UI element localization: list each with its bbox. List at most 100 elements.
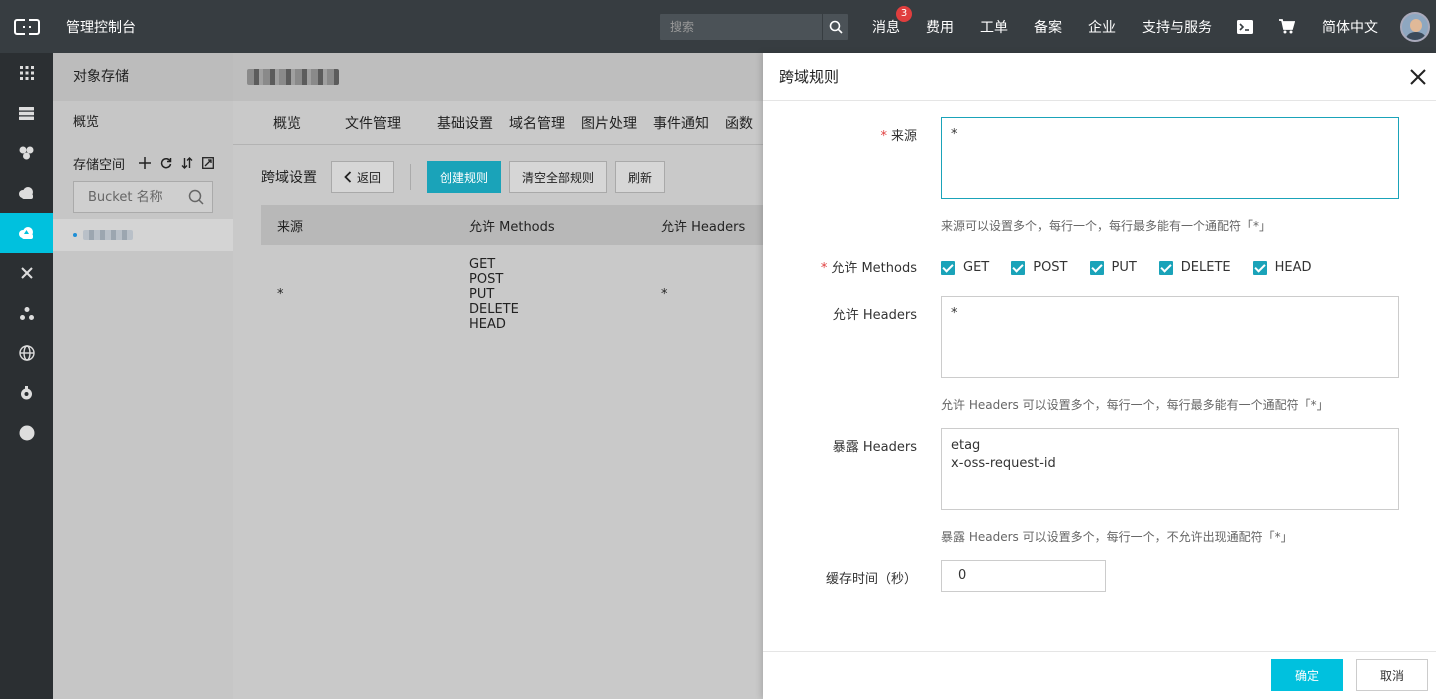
required-mark: * (820, 261, 828, 276)
row-method: GET (469, 257, 496, 272)
circle-icon[interactable] (0, 413, 53, 453)
col-origin: 来源 (277, 219, 304, 235)
language-switch[interactable]: 简体中文 (1322, 17, 1378, 37)
checkbox-checked-icon[interactable] (1011, 260, 1026, 275)
origin-label: * 来源 (880, 129, 917, 144)
nav-messages[interactable]: 消息 3 (872, 5, 912, 37)
bucket-item[interactable] (53, 219, 233, 251)
cross-network-icon[interactable] (0, 253, 53, 293)
toolbar-divider (410, 164, 412, 190)
server-icon[interactable] (0, 93, 53, 133)
chevron-left-icon (344, 171, 352, 183)
cors-table-header: 来源 允许 Methods 允许 Headers (261, 205, 763, 245)
refresh-icon[interactable] (160, 157, 172, 169)
globe-icon[interactable] (0, 333, 53, 373)
method-head-checkbox[interactable]: HEAD (1252, 260, 1312, 275)
table-row: * GET POST PUT DELETE HEAD * (261, 245, 763, 332)
method-get-checkbox[interactable]: GET (941, 260, 989, 275)
col-methods: 允许 Methods (469, 219, 555, 235)
tab-functions[interactable]: 函数 (725, 113, 753, 133)
dialog-header: 跨域规则 (763, 53, 1436, 101)
method-delete-checkbox[interactable]: DELETE (1158, 260, 1231, 275)
methods-label: * 允许 Methods (820, 261, 917, 276)
checkbox-checked-icon[interactable] (1158, 260, 1173, 275)
cancel-button[interactable]: 取消 (1356, 659, 1428, 691)
tab-image-processing[interactable]: 图片处理 (581, 113, 637, 133)
settings-cloud-icon[interactable] (0, 373, 53, 413)
oss-icon[interactable] (0, 213, 53, 253)
console-title[interactable]: 管理控制台 (66, 17, 136, 37)
checkbox-checked-icon[interactable] (941, 260, 955, 275)
user-avatar[interactable] (1400, 11, 1430, 42)
search-icon[interactable] (822, 13, 848, 40)
top-search-input[interactable] (660, 13, 822, 40)
add-bucket-icon[interactable] (139, 157, 152, 169)
expose-headers-label: 暴露 Headers (832, 440, 917, 455)
bucket-search-input[interactable] (74, 182, 188, 212)
nav-tickets[interactable]: 工单 (980, 17, 1008, 37)
confirm-button[interactable]: 确定 (1271, 659, 1343, 691)
dialog-title: 跨域规则 (779, 68, 840, 86)
tab-overview[interactable]: 概览 (273, 113, 301, 133)
allow-headers-hint: 允许 Headers 可以设置多个，每行一个，每行最多能有一个通配符「*」 (941, 398, 1329, 412)
checkbox-checked-icon[interactable] (1089, 260, 1104, 275)
row-methods: GET POST PUT DELETE HEAD (469, 257, 661, 332)
cors-rule-dialog: 跨域规则 * 来源 * 来源可以设置多个，每行一个，每行最多能有一个通配符「*」 … (763, 53, 1436, 699)
dialog-footer: 确定 取消 (763, 651, 1436, 699)
methods-checkboxes: GET POST PUT DELETE HEAD (941, 260, 1334, 275)
tab-domains[interactable]: 域名管理 (509, 113, 565, 133)
row-method: PUT (469, 287, 495, 302)
checkbox-checked-icon[interactable] (1252, 260, 1267, 275)
method-post-checkbox[interactable]: POST (1011, 260, 1068, 275)
back-button-label: 返回 (357, 170, 382, 185)
aliyun-logo-icon[interactable] (0, 0, 53, 53)
row-origin: * (277, 287, 284, 302)
expose-headers-textarea[interactable]: etag x-oss-request-id (941, 428, 1399, 510)
required-mark: * (880, 129, 887, 144)
cache-seconds-input[interactable]: 0 (941, 560, 1106, 592)
terminal-icon[interactable] (1236, 18, 1254, 36)
nav-billing[interactable]: 费用 (926, 17, 954, 37)
database-icon[interactable] (0, 133, 53, 173)
cart-icon[interactable] (1278, 18, 1296, 36)
nav-enterprise[interactable]: 企业 (1088, 17, 1116, 37)
row-method: DELETE (469, 302, 519, 317)
row-method: POST (469, 272, 504, 287)
allow-headers-label: 允许 Headers (832, 308, 917, 323)
cloud-icon[interactable] (0, 173, 53, 213)
bucket-name-redacted (83, 230, 133, 240)
storage-space-header: 存储空间 (53, 145, 233, 181)
nav-icp[interactable]: 备案 (1034, 17, 1062, 37)
oss-sidebar: 对象存储 概览 存储空间 (53, 53, 233, 699)
bucket-title-redacted (247, 69, 339, 85)
origin-hint: 来源可以设置多个，每行一个，每行最多能有一个通配符「*」 (941, 219, 1272, 233)
sort-icon[interactable] (181, 157, 193, 169)
clear-rules-button[interactable]: 清空全部规则 (509, 161, 608, 193)
sidebar-title: 对象存储 (53, 53, 233, 101)
storage-space-label: 存储空间 (73, 157, 126, 173)
back-button[interactable]: 返回 (331, 161, 395, 193)
bucket-search (73, 181, 213, 213)
allow-headers-textarea[interactable]: * (941, 296, 1399, 378)
main-content: 概览 文件管理 基础设置 域名管理 图片处理 事件通知 函数 跨域设置 返回 创… (233, 53, 763, 699)
cors-toolbar: 跨域设置 返回 创建规则 清空全部规则 刷新 (233, 145, 763, 205)
row-headers: * (661, 287, 668, 302)
bucket-status-dot (73, 233, 77, 237)
tab-event-notification[interactable]: 事件通知 (653, 113, 709, 133)
origin-textarea[interactable]: * (941, 117, 1399, 199)
search-icon[interactable] (188, 189, 204, 205)
create-rule-button[interactable]: 创建规则 (427, 161, 502, 193)
bucket-tabs: 概览 文件管理 基础设置 域名管理 图片处理 事件通知 函数 (233, 101, 763, 145)
expand-icon[interactable] (202, 157, 214, 169)
nodes-icon[interactable] (0, 293, 53, 333)
sidebar-item-overview[interactable]: 概览 (53, 101, 233, 145)
refresh-button[interactable]: 刷新 (615, 161, 666, 193)
method-put-checkbox[interactable]: PUT (1089, 260, 1137, 275)
grid-icon[interactable] (0, 53, 53, 93)
close-icon[interactable] (1408, 67, 1428, 87)
message-badge: 3 (896, 5, 912, 22)
tab-basic-settings[interactable]: 基础设置 (437, 113, 493, 133)
nav-support[interactable]: 支持与服务 (1142, 17, 1212, 37)
tab-files[interactable]: 文件管理 (345, 113, 401, 133)
bucket-header (233, 53, 763, 101)
